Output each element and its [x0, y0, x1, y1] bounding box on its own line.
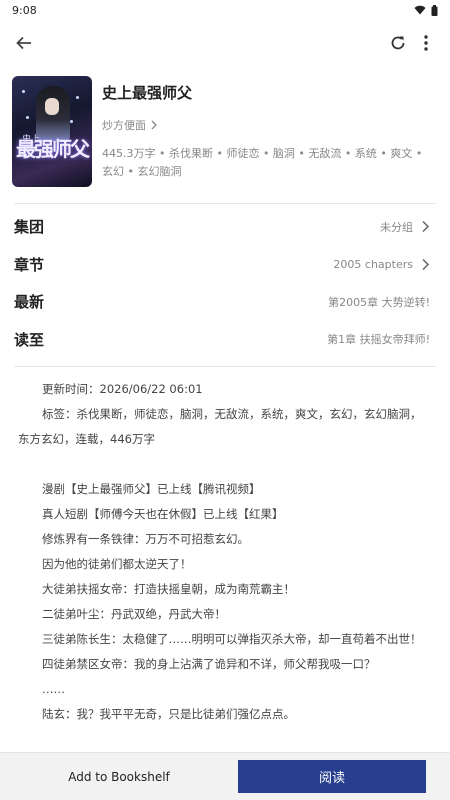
row-value: 2005 chapters	[333, 257, 413, 271]
book-intro: 更新时间：2026/06/22 06:01 标签：杀伐果断，师徒恋，脑洞，无敌流…	[0, 367, 450, 727]
row-label: 读至	[14, 330, 45, 349]
row-label: 最新	[14, 293, 45, 312]
refresh-button[interactable]	[384, 29, 412, 57]
cover-title: 最强师父	[16, 137, 90, 161]
add-to-bookshelf-button[interactable]: Add to Bookshelf	[0, 753, 238, 800]
row-read-to[interactable]: 读至 第1章 扶摇女帝拜师!	[0, 321, 450, 359]
more-button[interactable]	[412, 29, 440, 57]
intro-updated: 更新时间：2026/06/22 06:01	[42, 382, 203, 396]
chevron-right-icon	[422, 258, 430, 270]
row-value: 第2005章 大势逆转!	[328, 295, 430, 309]
more-vertical-icon	[424, 35, 428, 51]
wifi-icon	[414, 5, 426, 15]
row-value: 未分组	[380, 220, 413, 234]
status-bar: 9:08	[0, 0, 450, 20]
book-title: 史上最强师父	[102, 84, 193, 102]
book-cover[interactable]: 史上 最强师父	[12, 76, 92, 187]
book-header: 史上 最强师父 史上最强师父 炒方便面 445.3万字 • 杀伐果断 • 师徒恋…	[0, 66, 450, 203]
row-latest[interactable]: 最新 第2005章 大势逆转!	[0, 283, 450, 321]
intro-tags: 标签：杀伐果断，师徒恋，脑洞，无敌流，系统，爽文，玄幻，玄幻脑洞，东方玄幻，连载…	[18, 407, 422, 446]
intro-line: 三徒弟陈长生：太稳健了……明明可以弹指灭杀大帝，却一直苟着不出世！	[42, 632, 422, 646]
chevron-right-icon	[422, 221, 430, 233]
row-label: 章节	[14, 255, 45, 274]
intro-line: 因为他的徒弟们都太逆天了！	[42, 557, 192, 571]
status-time: 9:08	[12, 3, 37, 17]
author-name: 炒方便面	[102, 119, 146, 132]
author-link[interactable]: 炒方便面	[102, 117, 436, 133]
row-group[interactable]: 集团 未分组	[0, 208, 450, 246]
row-label: 集团	[14, 218, 45, 237]
back-button[interactable]	[10, 29, 38, 57]
book-info: 史上最强师父 炒方便面 445.3万字 • 杀伐果断 • 师徒恋 • 脑洞 • …	[92, 76, 436, 187]
intro-line: 真人短剧【师傅今天也在休假】已上线【红果】	[42, 507, 284, 521]
battery-icon	[431, 4, 438, 16]
arrow-left-icon	[16, 36, 31, 50]
chevron-right-icon	[151, 120, 157, 130]
status-icons	[414, 4, 438, 16]
bottom-action-bar: Add to Bookshelf 阅读	[0, 752, 450, 800]
intro-line: 修炼界有一条铁律：万万不可招惹玄幻。	[42, 532, 249, 546]
intro-line: 大徒弟扶摇女帝：打造扶摇皇朝，成为南荒霸主！	[42, 582, 295, 596]
intro-line: 二徒弟叶尘：丹武双绝，丹武大帝！	[42, 607, 226, 621]
intro-line: 陆玄：我？我平平无奇，只是比徒弟们强亿点点。	[42, 707, 295, 721]
refresh-icon	[391, 36, 405, 50]
detail-rows: 集团 未分组 章节 2005 chapters 最新 第2005章 大势逆转! …	[0, 204, 450, 358]
read-button[interactable]: 阅读	[238, 760, 426, 793]
intro-line: 四徒弟禁区女帝：我的身上沾满了诡异和不详，师父帮我吸一口？	[42, 657, 376, 671]
book-tags: 445.3万字 • 杀伐果断 • 师徒恋 • 脑洞 • 无敌流 • 系统 • 爽…	[102, 147, 423, 178]
row-chapters[interactable]: 章节 2005 chapters	[0, 246, 450, 284]
intro-line: 漫剧【史上最强师父】已上线【腾讯视频】	[42, 482, 261, 496]
intro-line: ……	[42, 682, 65, 696]
row-value: 第1章 扶摇女帝拜师!	[327, 333, 430, 347]
toolbar	[0, 20, 450, 66]
